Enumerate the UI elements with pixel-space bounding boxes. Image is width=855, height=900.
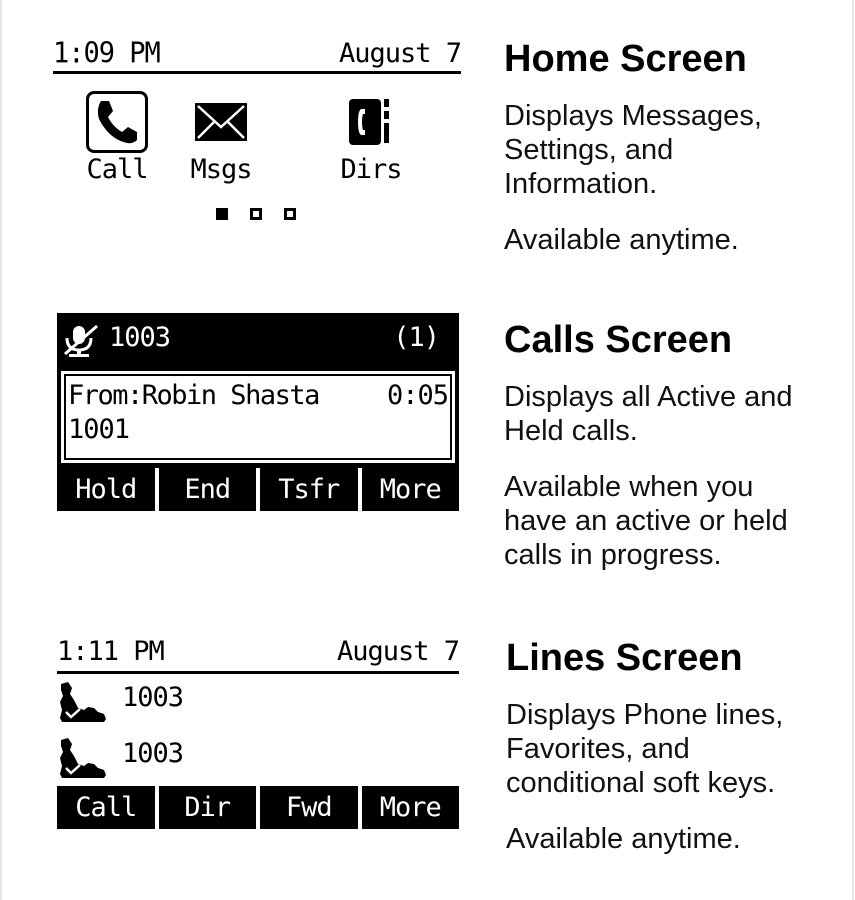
- section-title: Lines Screen: [506, 637, 743, 679]
- calls-header: 1003 (1): [57, 313, 459, 367]
- softkey-call[interactable]: Call: [57, 786, 155, 829]
- section-title: Calls Screen: [504, 319, 733, 361]
- status-bar: 1:09 PM August 7: [53, 36, 462, 70]
- home-screen-description: Home Screen Displays Messages, Settings,…: [504, 37, 844, 257]
- envelope-icon: [195, 103, 247, 141]
- home-item-label: Msgs: [190, 154, 252, 185]
- page-border-left: [0, 0, 2, 900]
- active-call-item[interactable]: From:Robin Shasta 0:05 1001: [61, 371, 455, 463]
- mic-muted-icon: [64, 324, 98, 357]
- section-title: Home Screen: [504, 38, 747, 80]
- line-key[interactable]: 1003: [57, 734, 459, 780]
- caller-name: From:Robin Shasta: [68, 380, 320, 411]
- lines-screen-description: Lines Screen Displays Phone lines, Favor…: [506, 636, 846, 856]
- registered-line-icon: [60, 738, 106, 778]
- section-text: Displays all Active and Held calls.: [504, 381, 793, 447]
- line-number: 1003: [109, 322, 171, 353]
- page-indicator: [216, 208, 296, 220]
- softkey-bar: Hold End Tsfr More: [57, 468, 459, 511]
- home-item-dirs[interactable]: Dirs: [326, 87, 416, 185]
- softkey-transfer[interactable]: Tsfr: [260, 468, 358, 511]
- softkey-directory[interactable]: Dir: [158, 786, 256, 829]
- call-duration: 0:05: [386, 380, 449, 411]
- softkey-forward[interactable]: Fwd: [260, 786, 358, 829]
- page-dot: [250, 208, 262, 220]
- section-availability: Available anytime.: [504, 224, 739, 256]
- phone-handset-icon: [97, 101, 137, 144]
- softkey-bar: Call Dir Fwd More: [57, 786, 459, 829]
- selection-frame: [86, 91, 148, 153]
- line-key[interactable]: 1003: [57, 678, 459, 724]
- softkey-end[interactable]: End: [158, 468, 256, 511]
- calls-screen-display: 1003 (1) From:Robin Shasta 0:05 1001 Hol…: [57, 313, 459, 511]
- lines-screen-display: 1:11 PM August 7 1003 1003 Call Dir Fwd …: [57, 636, 460, 830]
- softkey-more[interactable]: More: [361, 786, 459, 829]
- status-date: August 7: [336, 636, 460, 667]
- status-divider: [53, 71, 461, 74]
- softkey-more[interactable]: More: [361, 468, 459, 511]
- page-dot: [284, 208, 296, 220]
- status-time: 1:11 PM: [57, 636, 165, 667]
- home-screen-display: 1:09 PM August 7 Call Msgs Dirs: [53, 36, 462, 228]
- caller-number: 1001: [68, 414, 130, 445]
- call-count: (1): [393, 322, 440, 353]
- section-availability: Available anytime.: [506, 823, 741, 855]
- directory-book-icon: [349, 99, 389, 145]
- status-date: August 7: [338, 38, 462, 69]
- line-extension: 1003: [122, 738, 184, 769]
- home-item-label: Dirs: [340, 154, 402, 185]
- call-frame: From:Robin Shasta 0:05 1001: [57, 367, 459, 468]
- home-item-call[interactable]: Call: [72, 87, 162, 185]
- section-availability: Available when you have an active or hel…: [504, 471, 788, 571]
- section-text: Displays Messages, Settings, and Informa…: [504, 100, 762, 200]
- page-border-right: [852, 0, 854, 900]
- page-dot-active: [216, 208, 228, 220]
- calls-screen-description: Calls Screen Displays all Active and Hel…: [504, 318, 844, 572]
- softkey-hold[interactable]: Hold: [57, 468, 155, 511]
- line-extension: 1003: [122, 682, 184, 713]
- status-divider: [57, 671, 459, 674]
- home-item-label: Call: [86, 154, 148, 185]
- registered-line-icon: [60, 682, 106, 722]
- section-text: Displays Phone lines, Favorites, and con…: [506, 699, 784, 799]
- home-item-msgs[interactable]: Msgs: [176, 87, 266, 185]
- status-time: 1:09 PM: [53, 37, 161, 70]
